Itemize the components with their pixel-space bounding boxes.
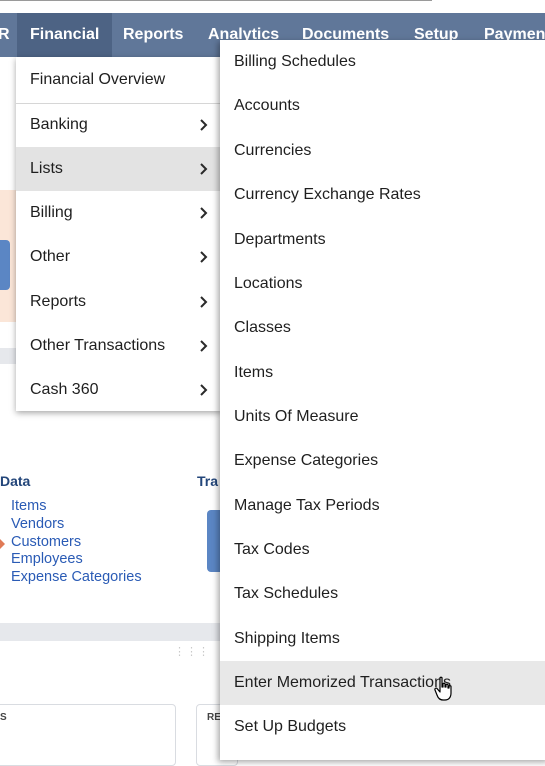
chevron-right-icon bbox=[200, 163, 208, 175]
submenu-item-currencies[interactable]: Currencies bbox=[220, 129, 545, 173]
submenu-item-label: Billing Schedules bbox=[234, 53, 356, 70]
submenu-item-shipping-items[interactable]: Shipping Items bbox=[220, 617, 545, 661]
submenu-item-manage-tax-periods[interactable]: Manage Tax Periods bbox=[220, 484, 545, 528]
submenu-item-tax-codes[interactable]: Tax Codes bbox=[220, 528, 545, 572]
submenu-item-tax-schedules[interactable]: Tax Schedules bbox=[220, 572, 545, 616]
data-section-heading: Data bbox=[0, 473, 31, 489]
submenu-item-label: Items bbox=[234, 364, 274, 381]
lists-submenu: Billing Schedules Accounts Currencies Cu… bbox=[220, 40, 545, 760]
submenu-item-departments[interactable]: Departments bbox=[220, 218, 545, 262]
nav-item-financial[interactable]: Financial bbox=[17, 13, 113, 57]
menu-item-financial-overview[interactable]: Financial Overview bbox=[16, 58, 222, 102]
submenu-item-classes[interactable]: Classes bbox=[220, 306, 545, 350]
menu-item-label: Financial Overview bbox=[30, 71, 166, 88]
section-divider bbox=[0, 623, 222, 641]
menu-item-banking[interactable]: Banking bbox=[16, 103, 222, 147]
link-customers[interactable]: Customers bbox=[11, 534, 142, 552]
submenu-item-label: Currencies bbox=[234, 142, 312, 159]
submenu-item-label: Accounts bbox=[234, 97, 300, 114]
menu-item-lists[interactable]: Lists bbox=[16, 147, 222, 191]
submenu-item-label: Manage Tax Periods bbox=[234, 497, 380, 514]
menu-item-billing[interactable]: Billing bbox=[16, 191, 222, 235]
submenu-item-label: Set Up Budgets bbox=[234, 718, 347, 735]
menu-item-label: Reports bbox=[30, 293, 87, 310]
hand-pointer-cursor-icon bbox=[434, 676, 452, 701]
submenu-item-items[interactable]: Items bbox=[220, 351, 545, 395]
submenu-item-label: Enter Memorized Transactions bbox=[234, 674, 451, 691]
submenu-item-label: Expense Categories bbox=[234, 452, 379, 469]
current-item-marker-icon bbox=[0, 539, 5, 549]
menu-item-label: Billing bbox=[30, 204, 73, 221]
nav-item-r[interactable]: R bbox=[0, 13, 10, 57]
drag-handle-icon[interactable]: ⋮⋮⋮ bbox=[174, 645, 210, 658]
menu-item-label: Other Transactions bbox=[30, 337, 166, 354]
submenu-item-enter-memorized-transactions[interactable]: Enter Memorized Transactions bbox=[220, 661, 545, 705]
link-expense-categories[interactable]: Expense Categories bbox=[11, 569, 142, 587]
submenu-item-label: Locations bbox=[234, 275, 303, 292]
link-employees[interactable]: Employees bbox=[11, 551, 142, 569]
link-vendors[interactable]: Vendors bbox=[11, 516, 142, 534]
link-items[interactable]: Items bbox=[11, 498, 142, 516]
submenu-item-label: Currency Exchange Rates bbox=[234, 186, 421, 203]
nav-item-reports[interactable]: Reports bbox=[123, 13, 183, 57]
menu-item-reports[interactable]: Reports bbox=[16, 280, 222, 324]
chevron-right-icon bbox=[200, 296, 208, 308]
financial-menu: Financial Overview Banking Lists Billing… bbox=[16, 57, 222, 411]
menu-item-other[interactable]: Other bbox=[16, 235, 222, 279]
submenu-item-units-of-measure[interactable]: Units Of Measure bbox=[220, 395, 545, 439]
dashboard-card-title: S bbox=[0, 712, 7, 723]
dashboard-card-title: RE bbox=[207, 712, 221, 723]
menu-item-label: Lists bbox=[30, 160, 63, 177]
submenu-item-billing-schedules[interactable]: Billing Schedules bbox=[220, 40, 545, 84]
chevron-right-icon bbox=[200, 340, 208, 352]
submenu-item-label: Classes bbox=[234, 319, 291, 336]
document-icon bbox=[0, 240, 10, 290]
submenu-item-label: Tax Codes bbox=[234, 541, 310, 558]
menu-item-label: Other bbox=[30, 248, 71, 265]
dashboard-card bbox=[0, 704, 176, 766]
chevron-right-icon bbox=[200, 384, 208, 396]
submenu-item-accounts[interactable]: Accounts bbox=[220, 84, 545, 128]
menu-item-other-transactions[interactable]: Other Transactions bbox=[16, 324, 222, 368]
menu-item-cash-360[interactable]: Cash 360 bbox=[16, 368, 222, 412]
top-divider bbox=[0, 0, 432, 1]
menu-item-label: Banking bbox=[30, 116, 88, 133]
submenu-item-locations[interactable]: Locations bbox=[220, 262, 545, 306]
submenu-item-label: Shipping Items bbox=[234, 630, 340, 647]
transactions-section-heading: Tra bbox=[197, 473, 219, 489]
chevron-right-icon bbox=[200, 119, 208, 131]
data-links-list: Items Vendors Customers Employees Expens… bbox=[11, 498, 142, 587]
menu-item-label: Cash 360 bbox=[30, 381, 99, 398]
submenu-item-label: Units Of Measure bbox=[234, 408, 359, 425]
submenu-item-currency-exchange-rates[interactable]: Currency Exchange Rates bbox=[220, 173, 545, 217]
submenu-item-label: Tax Schedules bbox=[234, 585, 339, 602]
chevron-right-icon bbox=[200, 251, 208, 263]
submenu-item-set-up-budgets[interactable]: Set Up Budgets bbox=[220, 705, 545, 749]
submenu-item-label: Departments bbox=[234, 231, 326, 248]
chevron-right-icon bbox=[200, 207, 208, 219]
submenu-item-expense-categories[interactable]: Expense Categories bbox=[220, 439, 545, 483]
